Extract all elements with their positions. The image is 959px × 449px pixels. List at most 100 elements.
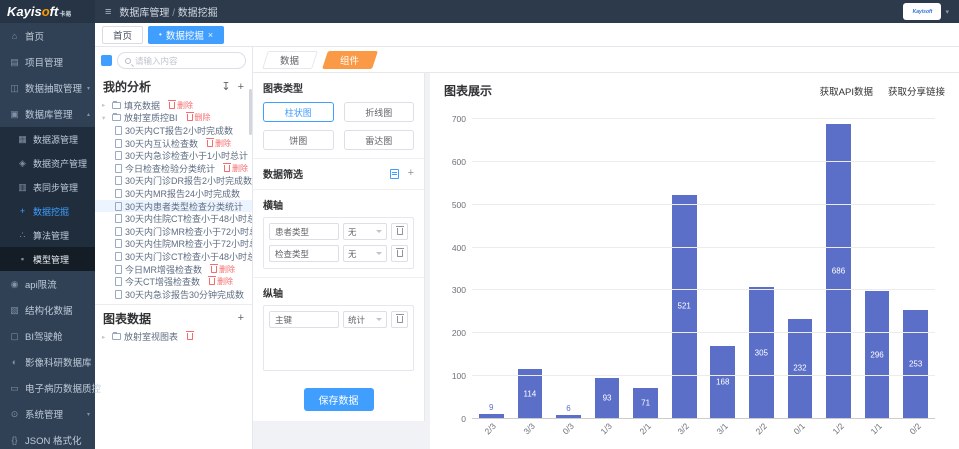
sidebar-item-label: 模型管理 <box>33 253 69 266</box>
delete-axis-button[interactable] <box>391 311 408 328</box>
axis-field[interactable]: 患者类型 <box>269 223 339 240</box>
active-dot-icon: • <box>159 30 162 39</box>
axis-agg-select[interactable]: 无 <box>343 245 387 262</box>
tree-item[interactable]: 今天CT增强检查数删除 <box>95 275 252 288</box>
add-filter-button[interactable]: + <box>408 168 414 179</box>
tab-首页[interactable]: 首页 <box>102 26 143 44</box>
bar[interactable]: 521 <box>672 195 697 418</box>
tree-item[interactable]: 30天内急诊报告30分钟完成数 <box>95 288 252 301</box>
sidebar-item-structured[interactable]: ▧结构化数据 <box>0 297 95 323</box>
tree-item[interactable]: ▾放射室质控BI删除 <box>95 112 252 125</box>
sidebar-item-project[interactable]: ▤项目管理 <box>0 49 95 75</box>
delete-button[interactable]: 删除 <box>169 100 193 111</box>
chart-link[interactable]: 获取API数据 <box>820 84 873 98</box>
chart-type-option[interactable]: 柱状图 <box>263 102 334 122</box>
chart-type-option[interactable]: 折线图 <box>344 102 415 122</box>
sidebar-item-database[interactable]: ▣数据库管理▴ <box>0 101 95 127</box>
tree-item[interactable]: 今日检查检验分类统计删除 <box>95 162 252 175</box>
chart-type-option[interactable]: 饼图 <box>263 130 334 150</box>
user-menu[interactable]: Kayisoft ▾ <box>903 3 949 20</box>
tree-item[interactable]: 30天内门诊DR报告2小时完成数 <box>95 175 252 188</box>
bar[interactable]: 305 <box>749 287 774 418</box>
tab-数据挖掘[interactable]: •数据挖掘× <box>148 26 224 44</box>
tree-item[interactable]: 今日MR增强检查数删除 <box>95 263 252 276</box>
tree-item[interactable]: 30天内急诊检查小于1小时总计 <box>95 149 252 162</box>
search-input[interactable] <box>135 56 238 66</box>
download-icon[interactable]: ↧ <box>221 80 230 93</box>
bar[interactable]: 71 <box>633 388 658 418</box>
avatar[interactable]: Kayisoft <box>903 3 941 20</box>
save-data-button[interactable]: 保存数据 <box>304 388 374 411</box>
bar[interactable]: 93 <box>595 378 620 418</box>
sidebar-item-home[interactable]: ⌂首页 <box>0 23 95 49</box>
delete-button[interactable]: 删除 <box>209 276 233 287</box>
breadcrumb-section[interactable]: 数据库管理 <box>119 8 169 19</box>
delete-button[interactable]: 删除 <box>211 264 235 275</box>
sidebar-subitem-source[interactable]: ▦数据源管理 <box>0 127 95 151</box>
system-icon: ⊙ <box>9 409 20 420</box>
sidebar-item-extract[interactable]: ◫数据抽取管理▾ <box>0 75 95 101</box>
sidebar-item-emr[interactable]: ▭电子病历数据质控 <box>0 375 95 401</box>
config-tab-组件[interactable]: 组件 <box>322 51 378 69</box>
sidebar-subitem-algorithm[interactable]: ∴算法管理 <box>0 223 95 247</box>
axis-agg-select[interactable]: 无 <box>343 223 387 240</box>
tree-item[interactable]: 30天内MR报告24小时完成数 <box>95 187 252 200</box>
bar[interactable]: 168 <box>710 346 735 418</box>
sidebar-item-label: BI驾驶舱 <box>25 329 62 343</box>
tree-item[interactable]: 30天内住院CT检查小于48小时总计 <box>95 212 252 225</box>
bar[interactable]: 296 <box>865 291 890 418</box>
y-axis-tick-label: 100 <box>452 371 466 381</box>
axis-field[interactable]: 主键 <box>269 311 339 328</box>
collapse-toggle-icon[interactable] <box>101 55 112 66</box>
sidebar-item-json[interactable]: {}JSON 格式化 <box>0 427 95 449</box>
tree-item[interactable]: 30天内门诊CT检查小于48小时总计 <box>95 250 252 263</box>
add-chart-button[interactable]: + <box>238 312 244 324</box>
axis-field[interactable]: 检查类型 <box>269 245 339 262</box>
trash-icon <box>224 165 230 172</box>
sidebar-item-imaging[interactable]: ◐影像科研数据库 <box>0 349 95 375</box>
delete-button[interactable]: 删除 <box>207 138 231 149</box>
hamburger-icon[interactable]: ≡ <box>105 6 111 18</box>
delete-axis-button[interactable] <box>391 245 408 262</box>
bar[interactable]: 253 <box>903 310 928 418</box>
sidebar-subitem-asset[interactable]: ◈数据资产管理 <box>0 151 95 175</box>
tree-item-label: 填充数据 <box>124 99 160 112</box>
tree-item[interactable]: 30天内住院MR检查小于72小时总计 <box>95 238 252 251</box>
scrollbar-thumb[interactable] <box>249 89 252 135</box>
chart-link[interactable]: 获取分享链接 <box>888 84 945 98</box>
sidebar-subitem-model[interactable]: ▪模型管理 <box>0 247 95 271</box>
tree-item[interactable]: 30天内CT报告2小时完成数 <box>95 124 252 137</box>
chart-panel-title: 图表展示 <box>444 82 492 99</box>
bar[interactable]: 232 <box>788 319 813 418</box>
sidebar-subitem-table-sync[interactable]: ▥表同步管理 <box>0 175 95 199</box>
filter-form-icon[interactable] <box>390 169 399 179</box>
tree-item[interactable]: ▸填充数据删除 <box>95 99 252 112</box>
add-analysis-button[interactable]: + <box>238 81 244 93</box>
axis-agg-select[interactable]: 统计 <box>343 311 387 328</box>
bar[interactable]: 6 <box>556 415 581 418</box>
bar[interactable]: 686 <box>826 124 851 418</box>
tree-item[interactable]: 30天内门诊MR检查小于72小时总计 <box>95 225 252 238</box>
delete-button[interactable]: 删除 <box>224 163 248 174</box>
gridline <box>472 118 935 119</box>
chart-data-item[interactable]: ▸放射室视图表 <box>95 331 252 344</box>
sidebar-item-system[interactable]: ⊙系统管理▾ <box>0 401 95 427</box>
file-icon <box>115 189 122 198</box>
sidebar-item-api[interactable]: ◉api限流 <box>0 271 95 297</box>
close-icon[interactable]: × <box>208 30 213 40</box>
bar[interactable]: 114 <box>518 369 543 418</box>
chart-slot: 6861/2 <box>819 119 858 418</box>
chart-type-option[interactable]: 雷达图 <box>344 130 415 150</box>
delete-button[interactable]: 删除 <box>187 112 211 123</box>
delete-axis-button[interactable] <box>391 223 408 240</box>
chevron-up-icon: ▴ <box>87 111 90 118</box>
sidebar-item-bi[interactable]: ▢BI驾驶舱 <box>0 323 95 349</box>
sidebar-subitem-mining[interactable]: +数据挖掘 <box>0 199 95 223</box>
tree-item[interactable]: 30天内互认检查数删除 <box>95 137 252 150</box>
folder-icon <box>112 114 121 121</box>
chart-plot-area: 92/31143/360/3931/3712/15213/21683/13052… <box>472 119 935 419</box>
config-tab-数据[interactable]: 数据 <box>262 51 318 69</box>
tree-item[interactable]: 30天内患者类型检查分类统计 <box>95 200 252 213</box>
delete-button[interactable] <box>187 333 193 340</box>
bar[interactable]: 9 <box>479 414 504 418</box>
